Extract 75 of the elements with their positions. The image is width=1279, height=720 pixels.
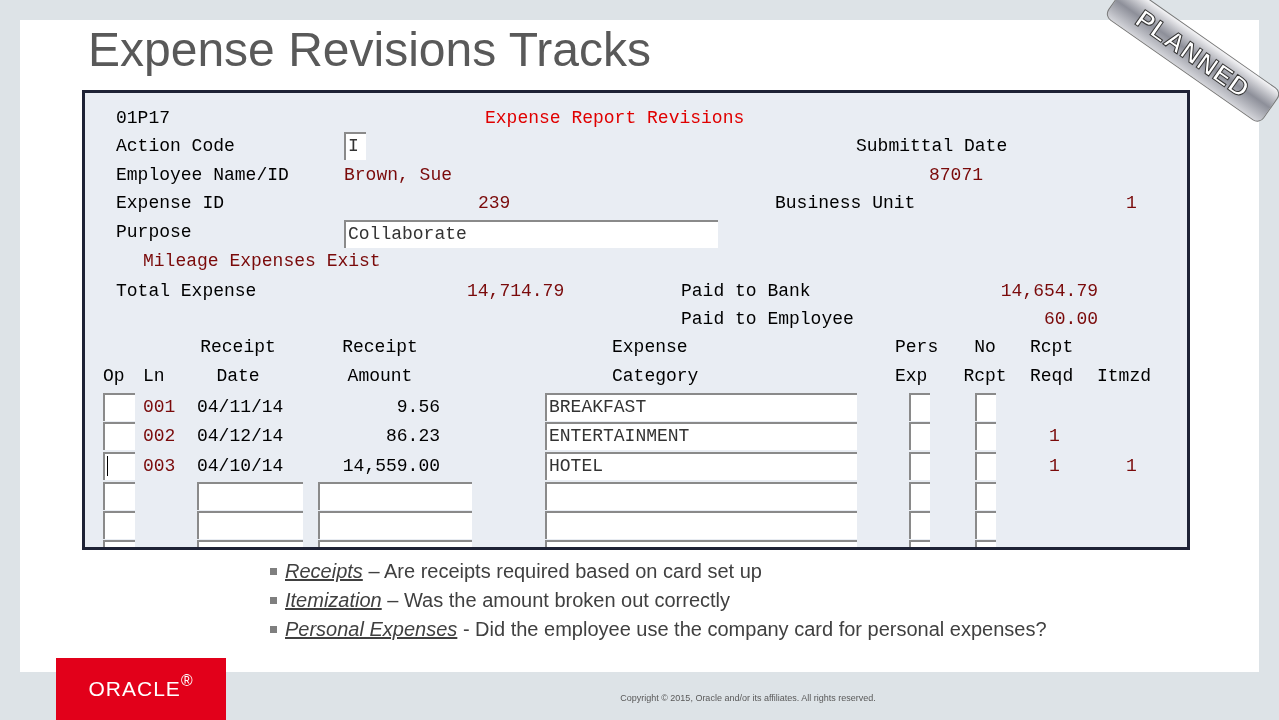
date-field[interactable]	[197, 482, 303, 510]
table-cell-text: 86.23	[385, 425, 440, 447]
amount-field[interactable]	[318, 482, 472, 510]
field-value: 87071	[929, 164, 983, 186]
bullet-text: Itemization – Was the amount broken out correctly	[285, 589, 731, 611]
op-field[interactable]	[103, 452, 135, 480]
category-field[interactable]: ENTERTAINMENT	[545, 422, 857, 450]
column-header: Receipt Amount	[341, 336, 419, 388]
oracle-logo: ORACLE$^{®}$	[56, 658, 226, 720]
date-field[interactable]	[197, 511, 303, 539]
field-label: Paid to Bank	[681, 280, 811, 302]
field-value: 239	[478, 192, 511, 214]
line-number: 003	[143, 455, 176, 477]
column-header: Itmzd	[1097, 365, 1151, 388]
field-value: 1	[1126, 192, 1137, 214]
pers-exp-field[interactable]	[909, 422, 930, 450]
table-cell: 1	[1049, 425, 1060, 447]
table-cell-text: 14,559.00	[341, 455, 440, 477]
category-field[interactable]: HOTEL	[545, 452, 857, 480]
column-header: Op	[103, 365, 125, 388]
field-label: Employee Name/ID	[116, 164, 289, 186]
no-rcpt-field[interactable]	[975, 422, 996, 450]
amount-field[interactable]	[318, 511, 472, 539]
table-cell: 04/11/14	[197, 396, 284, 418]
column-header: Receipt Date	[199, 336, 277, 388]
op-field[interactable]	[103, 511, 135, 539]
bullet-text: Receipts – Are receipts required based on card set up	[285, 560, 762, 582]
field-label: Purpose	[116, 221, 192, 243]
field-label: Expense ID	[116, 192, 225, 214]
table-cell: 1	[1126, 455, 1137, 477]
message-text: Mileage Expenses Exist	[143, 250, 381, 272]
bullet-icon	[270, 625, 277, 633]
no-rcpt-field[interactable]	[975, 393, 996, 421]
bullet-text: Personal Expenses - Did the employee use the company card for personal expenses?	[285, 618, 1047, 640]
op-field[interactable]	[103, 393, 135, 421]
bullet-icon	[270, 596, 277, 604]
no-rcpt-field[interactable]	[975, 452, 996, 480]
field-label: Business Unit	[775, 192, 916, 214]
table-cell: 1	[1049, 455, 1060, 477]
field-label: Action Code	[116, 135, 235, 157]
purpose-field[interactable]: Collaborate	[344, 220, 718, 248]
category-field[interactable]	[545, 511, 857, 539]
column-header: Rcpt Reqd	[1030, 336, 1074, 388]
pers-exp-field[interactable]	[909, 511, 930, 539]
pers-exp-field[interactable]	[909, 452, 930, 480]
table-cell-text: 9.56	[395, 396, 440, 418]
pers-exp-field[interactable]	[909, 482, 930, 510]
action-code-field[interactable]: I	[344, 132, 366, 160]
table-cell: 04/10/14	[197, 455, 284, 477]
line-number: 001	[143, 396, 176, 418]
field-value: 14,654.79	[999, 280, 1098, 302]
op-field[interactable]	[103, 482, 135, 510]
column-header: No Rcpt	[962, 336, 1008, 388]
slide-title: Expense Revisions Tracks	[88, 22, 651, 78]
category-field[interactable]	[545, 482, 857, 510]
category-field[interactable]: BREAKFAST	[545, 393, 857, 421]
op-field[interactable]	[103, 422, 135, 450]
field-value: Brown, Sue	[344, 164, 453, 186]
bullet-icon	[270, 567, 277, 575]
column-header: Ln	[143, 365, 165, 388]
field-label: Total Expense	[116, 280, 257, 302]
field-label: Paid to Employee	[681, 308, 854, 330]
line-number: 002	[143, 425, 176, 447]
no-rcpt-field[interactable]	[975, 482, 996, 510]
field-value: 14,714.79	[467, 280, 565, 302]
pers-exp-field[interactable]	[909, 393, 930, 421]
no-rcpt-field[interactable]	[975, 511, 996, 539]
program-id: 01P17	[116, 107, 170, 129]
column-header: Pers Exp	[895, 336, 939, 388]
screen-title: Expense Report Revisions	[485, 107, 745, 129]
table-cell: 04/12/14	[197, 425, 284, 447]
field-label: Submittal Date	[856, 135, 1008, 157]
column-header: Expense Category	[612, 336, 699, 388]
copyright-text: Copyright © 2015, Oracle and/or its affiliates. All rights reserved.	[619, 692, 877, 704]
field-value: 60.00	[1043, 308, 1098, 330]
